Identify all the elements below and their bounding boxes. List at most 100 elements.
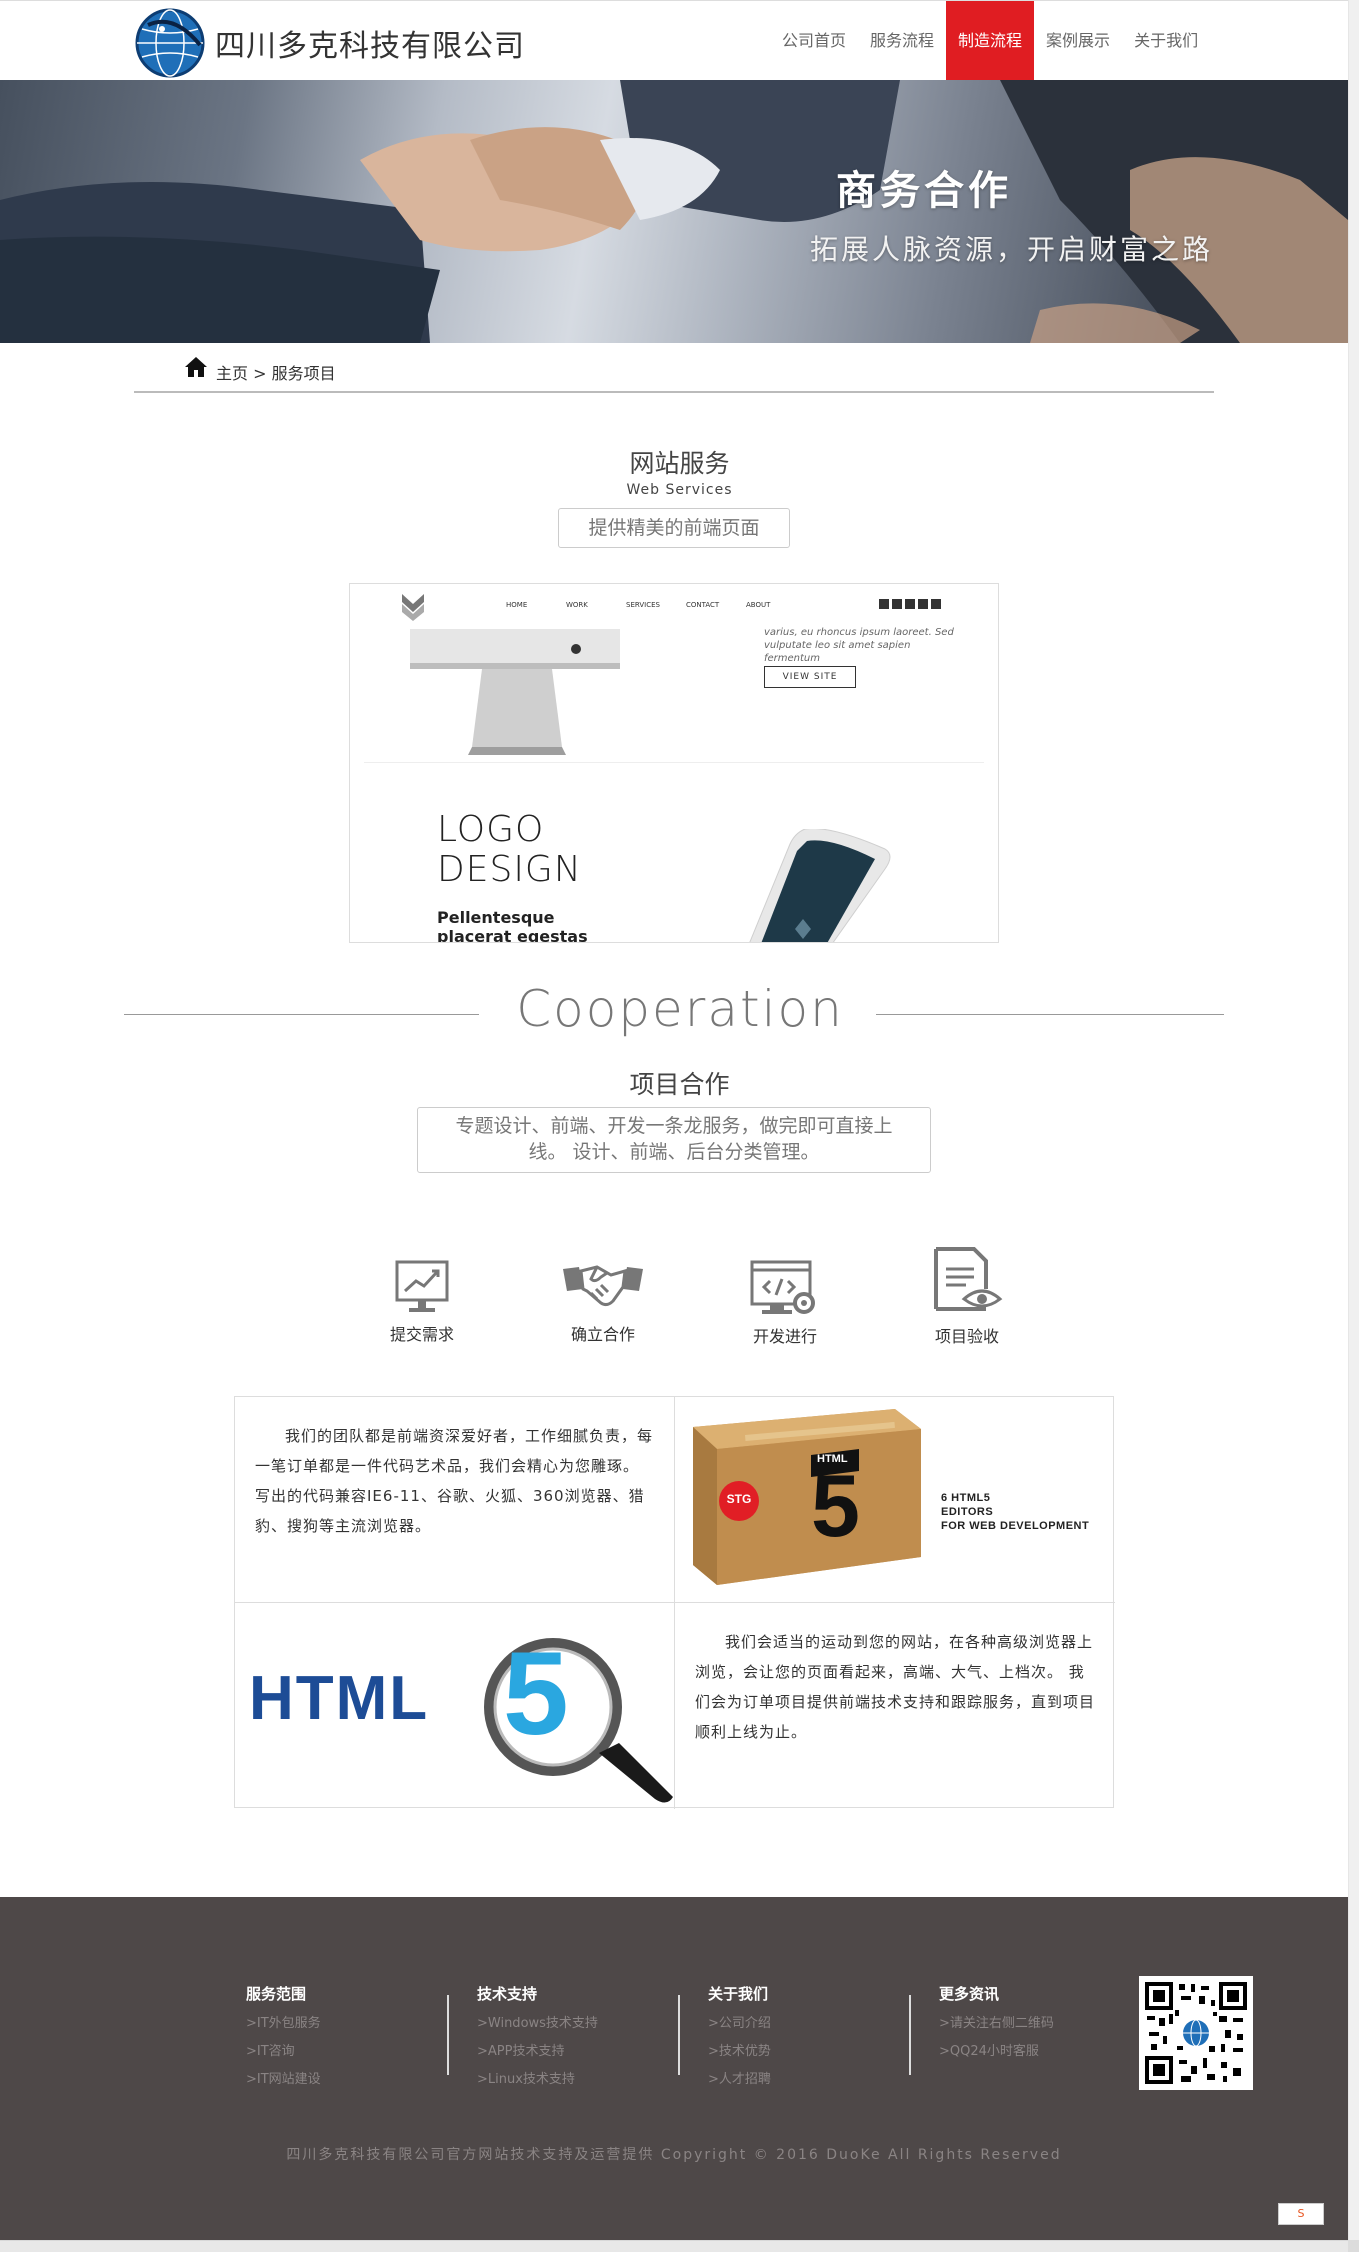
browser-testing-description: 我们会适当的运动到您的网站，在各种高级浏览器上浏览，会让您的页面看起来，高端、大… bbox=[695, 1633, 1096, 1741]
feature-cell-html5-magnifier: HTML 5 bbox=[235, 1603, 675, 1809]
box-caption-line: EDITORS bbox=[941, 1506, 994, 1518]
cooperation-tagline: 专题设计、前端、开发一条龙服务，做完即可直接上线。 设计、前端、后台分类管理。 bbox=[417, 1107, 931, 1173]
main-nav: 公司首页 服务流程 制造流程 案例展示 关于我们 bbox=[770, 1, 1210, 81]
footer-link[interactable]: >Linux技术支持 bbox=[477, 2066, 598, 2094]
preview-menu-item: HOME bbox=[506, 601, 528, 609]
footer-link[interactable]: >技术优势 bbox=[708, 2038, 771, 2066]
box-number: 5 bbox=[811, 1456, 860, 1555]
nav-manufacturing-process[interactable]: 制造流程 bbox=[946, 1, 1035, 81]
step-submit-requirement[interactable]: 提交需求 bbox=[362, 1259, 482, 1345]
feature-cell-team: 我们的团队都是前端资深爱好者，工作细腻负责，每一笔订单都是一件代码艺术品，我们会… bbox=[235, 1397, 675, 1603]
html5-word: HTML bbox=[249, 1664, 430, 1733]
footer-link[interactable]: >IT外包服务 bbox=[246, 2010, 321, 2038]
footer-column-about: 关于我们 >公司介绍 >技术优势 >人才招聘 bbox=[708, 1983, 771, 2094]
step-label: 开发进行 bbox=[752, 1327, 817, 1346]
footer-link[interactable]: >IT咨询 bbox=[246, 2038, 321, 2066]
twitter-icon bbox=[892, 599, 902, 609]
cooperation-line-right bbox=[876, 1014, 1224, 1015]
box-caption: 6 HTML5 EDITORS FOR WEB DEVELOPMENT bbox=[941, 1491, 1089, 1533]
chart-monitor-icon bbox=[395, 1260, 449, 1312]
iphone-image bbox=[749, 829, 891, 942]
footer-copyright: 四川多克科技有限公司官方网站技术支持及运营提供 Copyright © 2016… bbox=[286, 2147, 1062, 2163]
preview-logo-line2: DESIGN bbox=[437, 849, 582, 890]
qr-code-image bbox=[1139, 1976, 1253, 2090]
footer-column-news: 更多资讯 >请关注右侧二维码 >QQ24小时客服 bbox=[939, 1983, 1054, 2066]
preview-menu: HOME WORK SERVICES CONTACT ABOUT bbox=[506, 601, 806, 609]
google-plus-icon bbox=[905, 599, 915, 609]
preview-sub-text: Pellentesque placerat egestas ligula bbox=[437, 908, 588, 943]
footer-column-services: 服务范围 >IT外包服务 >IT咨询 >IT网站建设 bbox=[246, 1983, 321, 2094]
step-label: 项目验收 bbox=[934, 1327, 999, 1346]
web-services-title: 网站服务 bbox=[629, 449, 730, 478]
site-footer: 服务范围 >IT外包服务 >IT咨询 >IT网站建设 技术支持 >Windows… bbox=[0, 1897, 1348, 2252]
banner-title: 商务合作 bbox=[836, 168, 1012, 214]
globe-logo-icon[interactable] bbox=[134, 7, 206, 79]
preview-menu-item: CONTACT bbox=[686, 601, 720, 609]
cooperation-title: 项目合作 bbox=[629, 1070, 730, 1099]
footer-link[interactable]: >人才招聘 bbox=[708, 2066, 771, 2094]
footer-link[interactable]: >公司介绍 bbox=[708, 2010, 771, 2038]
footer-link[interactable]: >QQ24小时客服 bbox=[939, 2038, 1054, 2066]
home-icon[interactable] bbox=[184, 356, 208, 378]
web-services-subtitle: Web Services bbox=[626, 482, 733, 498]
nav-home[interactable]: 公司首页 bbox=[770, 1, 858, 81]
footer-link[interactable]: >请关注右侧二维码 bbox=[939, 2010, 1054, 2038]
input-method-indicator[interactable]: S bbox=[1278, 2203, 1324, 2225]
preview-logo-line1: LOGO bbox=[437, 809, 545, 850]
preview-social-icons bbox=[879, 599, 941, 609]
process-steps: 提交需求 确立合作 开发进行 项目验收 bbox=[360, 1245, 1003, 1355]
cooperation-heading: Cooperation bbox=[516, 980, 844, 1038]
footer-link[interactable]: >APP技术支持 bbox=[477, 2038, 598, 2066]
footer-link[interactable]: >Windows技术支持 bbox=[477, 2010, 598, 2038]
hero-banner: 商务合作 拓展人脉资源，开启财富之路 bbox=[0, 80, 1348, 343]
breadcrumb-separator: > bbox=[253, 364, 267, 383]
site-header: 四川多克科技有限公司 公司首页 服务流程 制造流程 案例展示 关于我们 bbox=[0, 0, 1348, 81]
footer-column-title: 技术支持 bbox=[477, 1985, 538, 2003]
feature-grid: 我们的团队都是前端资深爱好者，工作细腻负责，每一笔订单都是一件代码艺术品，我们会… bbox=[234, 1396, 1115, 1809]
footer-divider bbox=[447, 1995, 449, 2075]
footer-divider bbox=[678, 1995, 680, 2075]
grid-vertical-divider bbox=[674, 1397, 675, 1809]
nav-cases[interactable]: 案例展示 bbox=[1034, 1, 1122, 81]
box-caption-line: FOR WEB DEVELOPMENT bbox=[941, 1520, 1090, 1532]
behance-icon bbox=[931, 599, 941, 609]
qr-code-icon bbox=[1145, 1982, 1247, 2084]
team-description: 我们的团队都是前端资深爱好者，工作细腻负责，每一笔订单都是一件代码艺术品，我们会… bbox=[255, 1427, 654, 1535]
nav-service-process[interactable]: 服务流程 bbox=[858, 1, 946, 81]
breadcrumb-home-link[interactable]: 主页 bbox=[216, 364, 248, 383]
linkedin-icon bbox=[918, 599, 928, 609]
breadcrumb-text: 主页 > 服务项目 bbox=[216, 360, 336, 384]
feature-cell-browser-testing: 我们会适当的运动到您的网站，在各种高级浏览器上浏览，会让您的页面看起来，高端、大… bbox=[675, 1603, 1115, 1809]
company-name[interactable]: 四川多克科技有限公司 bbox=[215, 21, 525, 65]
breadcrumb-current: 服务项目 bbox=[271, 364, 336, 383]
html5-number: 5 bbox=[503, 1628, 569, 1760]
footer-column-title: 更多资讯 bbox=[939, 1985, 1000, 2003]
horizontal-scrollbar[interactable] bbox=[0, 2240, 1348, 2252]
box-caption-line: 6 HTML5 bbox=[941, 1492, 991, 1504]
preview-copy-text: varius, eu rhoncus ipsum laoreet. Sed vu… bbox=[764, 627, 954, 664]
banner-subtitle: 拓展人脉资源，开启财富之路 bbox=[810, 233, 1214, 266]
preview-nav: HOME WORK SERVICES CONTACT ABOUT bbox=[350, 584, 998, 629]
footer-column-title: 关于我们 bbox=[708, 1985, 769, 2003]
imac-monitor-image bbox=[410, 629, 620, 755]
footer-link[interactable]: >IT网站建设 bbox=[246, 2066, 321, 2094]
preview-menu-item: ABOUT bbox=[746, 601, 771, 609]
step-label: 确立合作 bbox=[570, 1325, 635, 1344]
step-development[interactable]: 开发进行 bbox=[725, 1259, 845, 1347]
web-services-tagline: 提供精美的前端页面 bbox=[558, 508, 790, 548]
preview-logo-design-heading: LOGO DESIGN bbox=[437, 810, 582, 890]
facebook-icon bbox=[879, 599, 889, 609]
step-label: 提交需求 bbox=[389, 1325, 454, 1344]
step-establish-cooperation[interactable]: 确立合作 bbox=[543, 1259, 663, 1345]
preview-logo-icon bbox=[402, 594, 424, 621]
vertical-scrollbar[interactable] bbox=[1348, 0, 1359, 2240]
nav-about[interactable]: 关于我们 bbox=[1122, 1, 1210, 81]
handshake-icon bbox=[563, 1265, 643, 1307]
preview-view-site-button: VIEW SITE bbox=[764, 666, 856, 688]
footer-column-support: 技术支持 >Windows技术支持 >APP技术支持 >Linux技术支持 bbox=[477, 1983, 598, 2094]
document-eye-icon bbox=[934, 1247, 1003, 1311]
scrollbar-corner bbox=[1348, 2240, 1359, 2252]
box-sticker-label: STG bbox=[726, 1492, 752, 1506]
preview-menu-item: WORK bbox=[566, 601, 588, 609]
step-acceptance[interactable]: 项目验收 bbox=[907, 1245, 1027, 1347]
